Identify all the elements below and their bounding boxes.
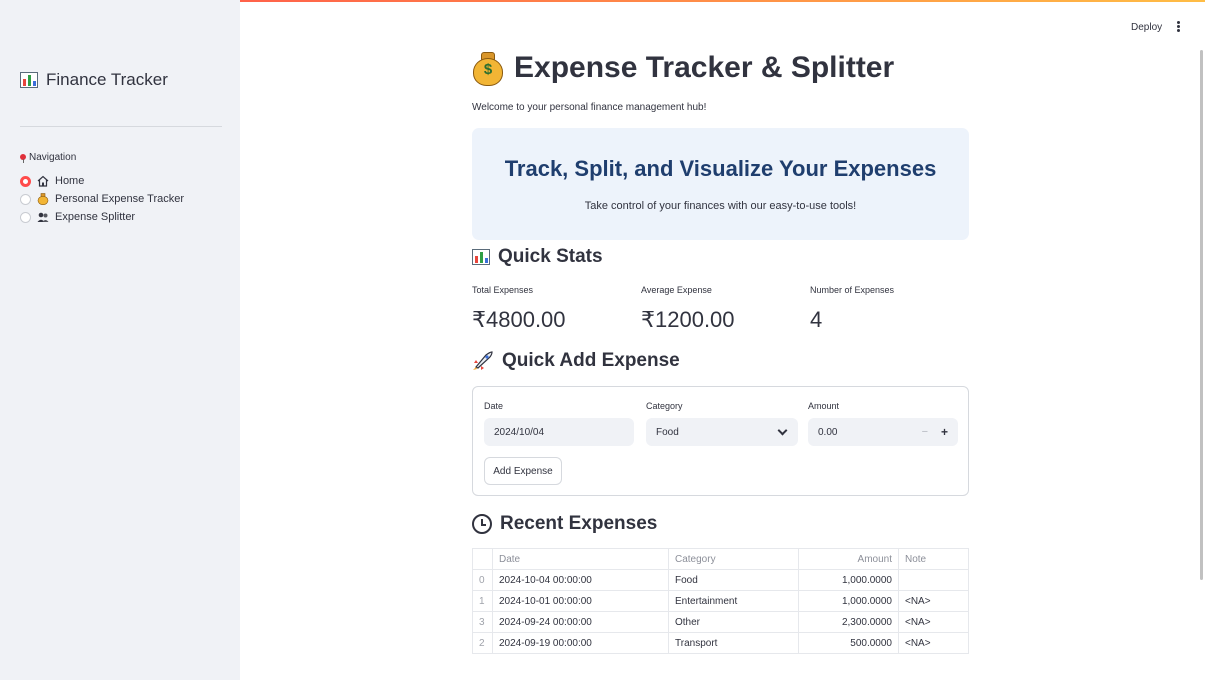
category-label: Category <box>646 401 683 411</box>
row-index: 3 <box>472 611 493 633</box>
cell-note[interactable] <box>898 569 969 591</box>
cell-note[interactable]: <NA> <box>898 611 969 633</box>
cell-date[interactable]: 2024-10-01 00:00:00 <box>492 590 669 612</box>
bar-chart-icon <box>20 72 38 88</box>
cell-note[interactable]: <NA> <box>898 632 969 654</box>
quick-add-form: Date 2024/10/04 Category Food Amount 0.0… <box>472 386 969 496</box>
nav-item-personal-expense-tracker[interactable]: Personal Expense Tracker <box>20 190 184 208</box>
amount-input-value: 0.00 <box>818 426 838 438</box>
column-header-amount[interactable]: Amount <box>798 548 899 570</box>
cell-date[interactable]: 2024-10-04 00:00:00 <box>492 569 669 591</box>
quick-add-heading: Quick Add Expense <box>472 350 680 372</box>
recent-expenses-table[interactable]: Date Category Amount Note 0 2024-10-04 0… <box>472 548 969 654</box>
row-index: 2 <box>472 632 493 654</box>
cell-category[interactable]: Transport <box>668 632 799 654</box>
amount-label: Amount <box>808 401 840 411</box>
date-label: Date <box>484 401 504 411</box>
stat-total-expenses: Total Expenses ₹4800.00 <box>472 285 566 333</box>
stat-label: Total Expenses <box>472 285 534 295</box>
cell-category[interactable]: Entertainment <box>668 590 799 612</box>
table-row: 0 2024-10-04 00:00:00 Food 1,000.0000 <box>472 569 969 591</box>
cell-amount[interactable]: 2,300.0000 <box>798 611 899 633</box>
clock-icon <box>472 514 492 534</box>
welcome-text: Welcome to your personal finance managem… <box>472 102 707 113</box>
table-header-row: Date Category Amount Note <box>472 548 969 570</box>
radio-button-selected[interactable] <box>20 175 31 187</box>
cell-amount[interactable]: 1,000.0000 <box>798 590 899 612</box>
add-expense-button[interactable]: Add Expense <box>484 457 562 485</box>
radio-button[interactable] <box>20 193 31 205</box>
cell-category[interactable]: Food <box>668 569 799 591</box>
quick-stats-heading: Quick Stats <box>472 246 603 268</box>
nav-item-label: Personal Expense Tracker <box>55 193 185 205</box>
stat-value: ₹4800.00 <box>472 307 566 332</box>
decrement-button[interactable]: − <box>922 426 928 438</box>
chevron-down-icon <box>777 425 788 436</box>
page-title-text: Expense Tracker & Splitter <box>514 51 895 84</box>
house-icon <box>37 175 49 187</box>
cell-amount[interactable]: 500.0000 <box>798 632 899 654</box>
nav-item-expense-splitter[interactable]: Expense Splitter <box>20 208 184 226</box>
pushpin-icon <box>20 153 26 163</box>
deploy-button[interactable]: Deploy <box>1131 22 1162 33</box>
cell-amount[interactable]: 1,000.0000 <box>798 569 899 591</box>
radio-button[interactable] <box>20 211 31 223</box>
amount-number-input[interactable]: 0.00 − + <box>808 418 958 446</box>
stat-label: Average Expense <box>641 285 712 295</box>
sidebar-title-text: Finance Tracker <box>46 70 168 89</box>
sidebar-title: Finance Tracker <box>20 70 168 90</box>
stat-value: 4 <box>810 307 823 332</box>
stat-label: Number of Expenses <box>810 285 895 295</box>
column-header-category[interactable]: Category <box>668 548 799 570</box>
recent-expenses-heading: Recent Expenses <box>472 513 657 535</box>
nav-item-label: Expense Splitter <box>55 211 136 223</box>
sidebar-divider <box>20 126 222 127</box>
quick-stats-heading-text: Quick Stats <box>498 246 603 267</box>
recent-expenses-heading-text: Recent Expenses <box>500 513 658 534</box>
category-select-value: Food <box>656 426 679 438</box>
rocket-icon <box>472 351 494 371</box>
hero-banner: Track, Split, and Visualize Your Expense… <box>472 128 969 240</box>
cell-category[interactable]: Other <box>668 611 799 633</box>
table-row: 2 2024-09-19 00:00:00 Transport 500.0000… <box>472 632 969 654</box>
nav-item-label: Home <box>55 175 85 187</box>
bar-chart-icon <box>472 249 490 265</box>
column-header-date[interactable]: Date <box>492 548 669 570</box>
stat-number-of-expenses: Number of Expenses 4 <box>810 285 894 333</box>
increment-button[interactable]: + <box>941 425 948 439</box>
scrollbar[interactable] <box>1200 50 1203 580</box>
quick-add-heading-text: Quick Add Expense <box>502 350 680 371</box>
sidebar: Finance Tracker Navigation Home Personal… <box>0 0 240 680</box>
row-index: 0 <box>472 569 493 591</box>
people-icon <box>37 211 49 223</box>
cell-note[interactable]: <NA> <box>898 590 969 612</box>
table-row: 3 2024-09-24 00:00:00 Other 2,300.0000 <… <box>472 611 969 633</box>
hero-subtitle: Take control of your finances with our e… <box>584 200 857 212</box>
table-row: 1 2024-10-01 00:00:00 Entertainment 1,00… <box>472 590 969 612</box>
page-title: $ Expense Tracker & Splitter <box>472 50 894 86</box>
cell-date[interactable]: 2024-09-19 00:00:00 <box>492 632 669 654</box>
nav-item-home[interactable]: Home <box>20 172 184 190</box>
navigation-radio-group: Home Personal Expense Tracker Expense Sp… <box>20 172 184 226</box>
navigation-label: Navigation <box>20 152 76 163</box>
row-index: 1 <box>472 590 493 612</box>
stat-value: ₹1200.00 <box>641 307 735 332</box>
date-input-value: 2024/10/04 <box>494 426 545 438</box>
category-select[interactable]: Food <box>646 418 798 446</box>
stat-average-expense: Average Expense ₹1200.00 <box>641 285 735 333</box>
cell-date[interactable]: 2024-09-24 00:00:00 <box>492 611 669 633</box>
column-header-index[interactable] <box>472 548 493 570</box>
money-bag-icon <box>37 193 49 205</box>
hero-title: Track, Split, and Visualize Your Expense… <box>504 156 937 181</box>
navigation-label-text: Navigation <box>29 152 77 163</box>
column-header-note[interactable]: Note <box>898 548 969 570</box>
main-menu-icon[interactable] <box>1176 21 1182 35</box>
money-bag-icon: $ <box>472 50 504 86</box>
date-input[interactable]: 2024/10/04 <box>484 418 634 446</box>
